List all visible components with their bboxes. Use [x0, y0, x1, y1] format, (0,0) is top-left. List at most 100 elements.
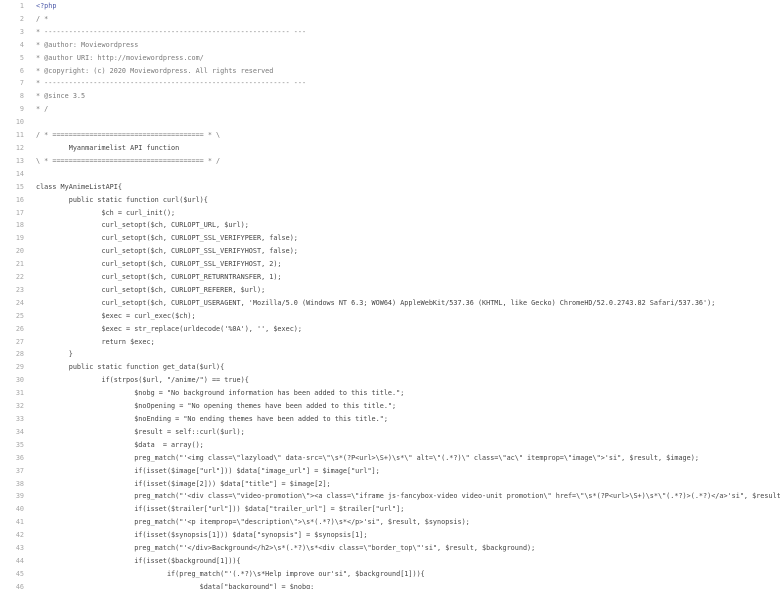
- code-text[interactable]: return $exec;: [36, 336, 154, 349]
- line-number: 26: [15, 324, 24, 333]
- code-text[interactable]: * --------------------------------------…: [36, 26, 306, 39]
- code-text[interactable]: * @since 3.5: [36, 90, 85, 103]
- code-text[interactable]: $ch = curl_init();: [36, 207, 175, 220]
- code-text[interactable]: / * ====================================…: [36, 129, 220, 142]
- code-text[interactable]: preg_match("'</div>Background</h2>\s*(.*…: [36, 542, 535, 555]
- code-text[interactable]: / *: [36, 13, 48, 26]
- code-text[interactable]: preg_match("'<div class=\"video-promotio…: [36, 490, 780, 503]
- code-line[interactable]: 9 * /: [0, 103, 780, 116]
- code-line[interactable]: 40 if(isset($trailer["url"])) $data["tra…: [0, 503, 780, 516]
- code-line[interactable]: 17 $ch = curl_init();: [0, 207, 780, 220]
- code-text[interactable]: \ * ====================================…: [36, 155, 220, 168]
- code-line[interactable]: 32 $noOpening = "No opening themes have …: [0, 400, 780, 413]
- code-line[interactable]: 11 / * ==================================…: [0, 129, 780, 142]
- code-line[interactable]: 36 preg_match("'<img class=\"lazyload\" …: [0, 452, 780, 465]
- line-number: 17: [15, 208, 24, 217]
- line-number: 43: [15, 544, 24, 553]
- code-editor[interactable]: 1 <?php 2 / * 3 * ---------------------------…: [0, 0, 780, 589]
- code-text[interactable]: $noEnding = "No ending themes have been …: [36, 413, 388, 426]
- code-text[interactable]: if(isset($trailer["url"])) $data["traile…: [36, 503, 404, 516]
- code-text[interactable]: Myanmarimelist API function: [36, 142, 180, 155]
- code-text[interactable]: curl_setopt($ch, CURLOPT_SSL_VERIFYHOST,…: [36, 258, 281, 271]
- code-line[interactable]: 19 curl_setopt($ch, CURLOPT_SSL_VERIFYPE…: [0, 232, 780, 245]
- code-text[interactable]: * @author URI: http://moviewordpress.com…: [36, 52, 204, 65]
- code-text[interactable]: curl_setopt($ch, CURLOPT_USERAGENT, 'Moz…: [36, 297, 715, 310]
- code-line[interactable]: 16 public static function curl($url){: [0, 194, 780, 207]
- code-text[interactable]: $exec = curl_exec($ch);: [36, 310, 195, 323]
- code-text[interactable]: $data["background"] = $nobg;: [36, 581, 315, 589]
- code-line[interactable]: 14: [0, 168, 780, 181]
- code-line[interactable]: 35 $data = array();: [0, 439, 780, 452]
- code-text[interactable]: if(isset($image["url"])) $data["image_ur…: [36, 465, 380, 478]
- code-text[interactable]: if(isset($synopsis[1])) $data["synopsis"…: [36, 529, 367, 542]
- code-line[interactable]: 46 $data["background"] = $nobg;: [0, 581, 780, 589]
- code-line[interactable]: 24 curl_setopt($ch, CURLOPT_USERAGENT, '…: [0, 297, 780, 310]
- code-line[interactable]: 15 class MyAnimeListAPI{: [0, 181, 780, 194]
- code-text[interactable]: $noOpening = "No opening themes have bee…: [36, 400, 396, 413]
- code-text[interactable]: }: [36, 348, 73, 361]
- code-text[interactable]: <?php: [36, 0, 56, 13]
- code-text[interactable]: curl_setopt($ch, CURLOPT_RETURNTRANSFER,…: [36, 271, 281, 284]
- code-line[interactable]: 23 curl_setopt($ch, CURLOPT_REFERER, $ur…: [0, 284, 780, 297]
- code-line[interactable]: 38 if(isset($image[2])) $data["title"] =…: [0, 478, 780, 491]
- code-line[interactable]: 37 if(isset($image["url"])) $data["image…: [0, 465, 780, 478]
- code-line[interactable]: 27 return $exec;: [0, 336, 780, 349]
- code-line[interactable]: 39 preg_match("'<div class=\"video-promo…: [0, 490, 780, 503]
- code-text[interactable]: class MyAnimeListAPI{: [36, 181, 122, 194]
- code-text[interactable]: $exec = str_replace(urldecode('%0A'), ''…: [36, 323, 302, 336]
- code-line[interactable]: 6 * @copyright: (c) 2020 Moviewordpress. …: [0, 65, 780, 78]
- code-line[interactable]: 31 $nobg = "No background information ha…: [0, 387, 780, 400]
- code-text[interactable]: if(isset($background[1])){: [36, 555, 240, 568]
- code-line[interactable]: 33 $noEnding = "No ending themes have be…: [0, 413, 780, 426]
- code-line[interactable]: 44 if(isset($background[1])){: [0, 555, 780, 568]
- code-line[interactable]: 8 * @since 3.5: [0, 90, 780, 103]
- code-line[interactable]: 29 public static function get_data($url)…: [0, 361, 780, 374]
- code-line[interactable]: 45 if(preg_match("'(.*?)\s*Help improve …: [0, 568, 780, 581]
- line-number: 16: [15, 195, 24, 204]
- code-line[interactable]: 25 $exec = curl_exec($ch);: [0, 310, 780, 323]
- code-line[interactable]: 3 * -------------------------------------…: [0, 26, 780, 39]
- code-line[interactable]: 4 * @author: Moviewordpress: [0, 39, 780, 52]
- code-text[interactable]: public static function get_data($url){: [36, 361, 225, 374]
- code-text[interactable]: * /: [36, 103, 48, 116]
- code-line[interactable]: 12 Myanmarimelist API function: [0, 142, 780, 155]
- code-text[interactable]: curl_setopt($ch, CURLOPT_REFERER, $url);: [36, 284, 265, 297]
- code-text[interactable]: curl_setopt($ch, CURLOPT_SSL_VERIFYPEER,…: [36, 232, 297, 245]
- code-text[interactable]: $data = array();: [36, 439, 204, 452]
- code-text[interactable]: curl_setopt($ch, CURLOPT_URL, $url);: [36, 219, 248, 232]
- line-number: 6: [19, 66, 24, 75]
- code-text[interactable]: curl_setopt($ch, CURLOPT_SSL_VERIFYHOST,…: [36, 245, 297, 258]
- code-line[interactable]: 20 curl_setopt($ch, CURLOPT_SSL_VERIFYHO…: [0, 245, 780, 258]
- line-number: 28: [15, 350, 24, 359]
- line-number: 36: [15, 453, 24, 462]
- code-line[interactable]: 28 }: [0, 348, 780, 361]
- code-line[interactable]: 22 curl_setopt($ch, CURLOPT_RETURNTRANSF…: [0, 271, 780, 284]
- code-line[interactable]: 1 <?php: [0, 0, 780, 13]
- code-line[interactable]: 30 if(strpos($url, "/anime/") == true){: [0, 374, 780, 387]
- code-text[interactable]: if(strpos($url, "/anime/") == true){: [36, 374, 248, 387]
- code-text[interactable]: if(isset($image[2])) $data["title"] = $i…: [36, 478, 330, 491]
- code-line[interactable]: 18 curl_setopt($ch, CURLOPT_URL, $url);: [0, 219, 780, 232]
- code-line[interactable]: 2 / *: [0, 13, 780, 26]
- code-line[interactable]: 13 \ * ==================================…: [0, 155, 780, 168]
- code-line[interactable]: 7 * -------------------------------------…: [0, 77, 780, 90]
- code-text[interactable]: * @copyright: (c) 2020 Moviewordpress. A…: [36, 65, 273, 78]
- code-text[interactable]: preg_match("'<p itemprop=\"description\"…: [36, 516, 470, 529]
- code-line[interactable]: 42 if(isset($synopsis[1])) $data["synops…: [0, 529, 780, 542]
- code-line[interactable]: 10: [0, 116, 780, 129]
- code-line[interactable]: 5 * @author URI: http://moviewordpress.co…: [0, 52, 780, 65]
- code-text[interactable]: preg_match("'<img class=\"lazyload\" dat…: [36, 452, 699, 465]
- code-text[interactable]: * --------------------------------------…: [36, 77, 306, 90]
- code-text[interactable]: * @author: Moviewordpress: [36, 39, 138, 52]
- code-text[interactable]: public static function curl($url){: [36, 194, 208, 207]
- line-number: 14: [15, 169, 24, 178]
- code-line[interactable]: 43 preg_match("'</div>Background</h2>\s*…: [0, 542, 780, 555]
- code-line[interactable]: 41 preg_match("'<p itemprop=\"descriptio…: [0, 516, 780, 529]
- code-line[interactable]: 26 $exec = str_replace(urldecode('%0A'),…: [0, 323, 780, 336]
- line-number: 35: [15, 440, 24, 449]
- code-text[interactable]: $nobg = "No background information has b…: [36, 387, 404, 400]
- code-text[interactable]: if(preg_match("'(.*?)\s*Help improve our…: [36, 568, 425, 581]
- code-line[interactable]: 34 $result = self::curl($url);: [0, 426, 780, 439]
- code-text[interactable]: $result = self::curl($url);: [36, 426, 245, 439]
- code-line[interactable]: 21 curl_setopt($ch, CURLOPT_SSL_VERIFYHO…: [0, 258, 780, 271]
